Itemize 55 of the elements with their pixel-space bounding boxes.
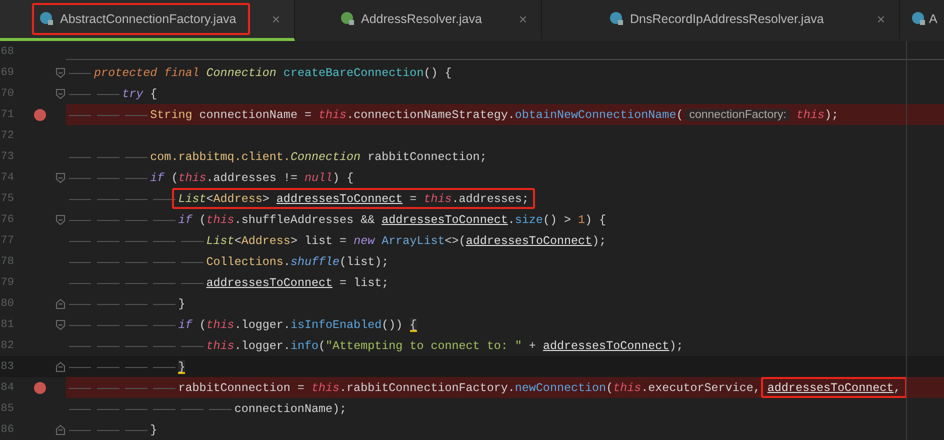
code-line: protected final Connection createBareConnection() { — [66, 62, 944, 83]
code-line: connectionName); — [66, 398, 944, 419]
file-type-icon — [40, 12, 54, 26]
editor-tab[interactable]: AbstractConnectionFactory.java × — [0, 0, 295, 41]
code-line: addressesToConnect = list; — [66, 272, 944, 293]
line-number: 68 — [0, 46, 14, 58]
code-line: if (this.addresses != null) { — [66, 167, 944, 188]
line-number: 71 — [0, 108, 14, 120]
editor-tab[interactable]: A — [900, 0, 944, 41]
line-number: 83 — [0, 360, 14, 372]
line-number: 72 — [0, 130, 14, 142]
fold-icon[interactable] — [56, 362, 64, 372]
code-line: if (this.shuffleAddresses && addressesToConnect.size() > 1) { — [66, 209, 944, 230]
file-type-icon — [341, 12, 355, 26]
code-line: List<Address> addressesToConnect = this.addresses; — [66, 188, 944, 209]
highlight-frame: AbstractConnectionFactory.java — [32, 3, 250, 35]
code-line: List<Address> list = new ArrayList<>(addressesToConnect); — [66, 230, 944, 251]
line-number: 79 — [0, 276, 14, 288]
code-line: Collections.shuffle(list); — [66, 251, 944, 272]
fold-icon[interactable] — [56, 424, 64, 434]
line-number: 78 — [0, 256, 14, 268]
line-number: 82 — [0, 340, 14, 352]
close-button[interactable]: × — [872, 11, 889, 27]
code-line: try { — [66, 83, 944, 104]
line-number: 85 — [0, 402, 14, 414]
code-line: this.logger.info("Attempting to connect to: " + addressesToConnect); — [66, 335, 944, 356]
line-number: 73 — [0, 150, 14, 162]
close-button[interactable]: × — [514, 11, 531, 27]
line-number: 81 — [0, 318, 14, 330]
code-line: if (this.logger.isInfoEnabled()) { — [66, 314, 944, 335]
line-number: 74 — [0, 172, 14, 184]
file-type-icon — [912, 12, 926, 26]
line-number: 84 — [0, 382, 14, 394]
breakpoint-icon[interactable] — [34, 108, 46, 120]
line-number: 77 — [0, 234, 14, 246]
code-line: } — [66, 293, 944, 314]
fold-icon[interactable] — [56, 88, 64, 98]
fold-icon[interactable] — [56, 68, 64, 78]
line-number: 75 — [0, 192, 14, 204]
code-line: } — [66, 419, 944, 440]
fold-icon[interactable] — [56, 172, 64, 182]
line-number: 76 — [0, 214, 14, 226]
file-type-icon — [610, 12, 624, 26]
code-line: com.rabbitmq.client.Connection rabbitConnection; — [66, 146, 944, 167]
breakpoint-icon[interactable] — [34, 382, 46, 394]
code-line: } — [66, 356, 944, 377]
editor-tab[interactable]: DnsRecordIpAddressResolver.java × — [542, 0, 900, 41]
line-number: 70 — [0, 88, 14, 100]
fold-icon[interactable] — [56, 298, 64, 308]
line-number: 86 — [0, 424, 14, 436]
fold-icon[interactable] — [56, 214, 64, 224]
fold-icon[interactable] — [56, 320, 64, 330]
editor-tab[interactable]: AddressResolver.java × — [295, 0, 542, 41]
line-number: 80 — [0, 298, 14, 310]
line-number: 69 — [0, 66, 14, 78]
